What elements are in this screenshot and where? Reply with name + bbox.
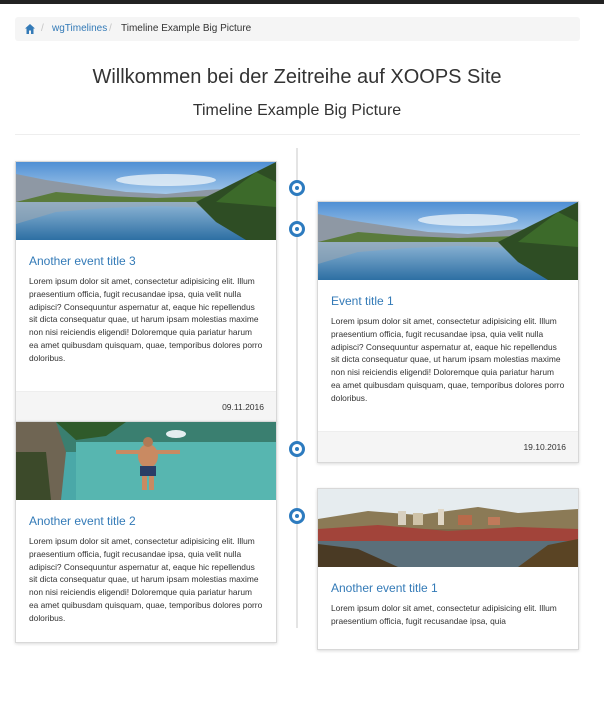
breadcrumb-separator: / [41, 23, 44, 34]
breadcrumb-link-wgtimelines[interactable]: wgTimelines [52, 17, 107, 41]
lake-mountain-image [16, 162, 276, 240]
event-title[interactable]: Another event title 2 [29, 514, 263, 528]
timeline-card-2: Event title 1 Lorem ipsum dolor sit amet… [317, 201, 579, 463]
breadcrumb: / wgTimelines / Timeline Example Big Pic… [15, 17, 580, 41]
timeline-card-4: Another event title 1 Lorem ipsum dolor … [317, 488, 579, 650]
timeline-card-1: Another event title 3 Lorem ipsum dolor … [15, 161, 277, 423]
lake-mountain-image [318, 202, 578, 280]
timeline-marker [289, 180, 305, 196]
page-subtitle: Timeline Example Big Picture [192, 102, 402, 119]
event-text: Lorem ipsum dolor sit amet, consectetur … [29, 276, 263, 363]
timeline-card-3: Another event title 2 Lorem ipsum dolor … [15, 421, 277, 643]
event-title[interactable]: Another event title 3 [29, 254, 263, 268]
town-panorama-image [318, 489, 578, 567]
top-bar [0, 0, 604, 4]
event-text: Lorem ipsum dolor sit amet, consectetur … [331, 603, 557, 626]
breadcrumb-current: Timeline Example Big Picture [121, 23, 252, 34]
home-icon[interactable] [24, 23, 36, 35]
event-text: Lorem ipsum dolor sit amet, consectetur … [29, 536, 263, 623]
cliff-jump-image [16, 422, 276, 500]
timeline-marker [289, 508, 305, 524]
timeline-line [296, 148, 298, 628]
divider [15, 134, 580, 135]
page-title: Willkommen bei der Zeitreihe auf XOOPS S… [92, 66, 502, 88]
breadcrumb-separator: / [109, 23, 112, 34]
timeline-marker [289, 221, 305, 237]
event-text: Lorem ipsum dolor sit amet, consectetur … [331, 316, 565, 403]
event-date: 09.11.2016 [16, 391, 276, 422]
event-title[interactable]: Event title 1 [331, 294, 565, 308]
event-title[interactable]: Another event title 1 [331, 581, 565, 595]
event-date: 19.10.2016 [318, 431, 578, 462]
timeline-marker [289, 441, 305, 457]
